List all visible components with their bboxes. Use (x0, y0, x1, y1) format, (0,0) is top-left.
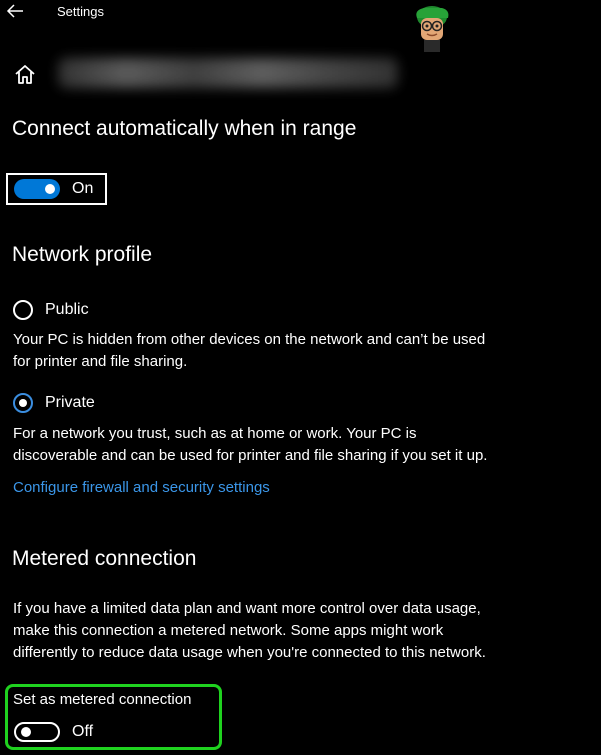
public-description-line-1: Your PC is hidden from other devices on … (13, 331, 486, 348)
auto-connect-toggle[interactable] (14, 179, 60, 199)
radio-label-public: Public (45, 301, 89, 318)
private-description-line-1: For a network you trust, such as at home… (13, 425, 417, 442)
configure-firewall-link[interactable]: Configure firewall and security settings (13, 479, 270, 496)
auto-connect-heading: Connect automatically when in range (12, 117, 357, 140)
network-name-blurred (58, 58, 398, 88)
metered-description: If you have a limited data plan and want… (13, 598, 486, 664)
public-description-line-2: for printer and file sharing. (13, 353, 188, 370)
auto-connect-toggle-focus-box: On (6, 173, 107, 205)
private-description: For a network you trust, such as at home… (13, 423, 487, 467)
radio-button-private[interactable] (13, 393, 33, 413)
metered-toggle[interactable] (14, 722, 60, 742)
toggle-knob (21, 727, 31, 737)
metered-description-line-3: differently to reduce data usage when yo… (13, 644, 486, 661)
logo-watermark-icon (416, 6, 449, 52)
private-description-line-2: discoverable and can be used for printer… (13, 447, 488, 464)
back-arrow-icon[interactable] (6, 3, 24, 19)
metered-toggle-label: Off (72, 723, 94, 740)
toggle-knob (45, 184, 55, 194)
radio-private[interactable]: Private (13, 393, 95, 413)
metered-toggle-row: Off (10, 722, 93, 742)
metered-description-line-2: make this connection a metered network. … (13, 622, 444, 639)
metered-setting-label: Set as metered connection (13, 691, 192, 708)
radio-button-public[interactable] (13, 300, 33, 320)
home-icon[interactable] (14, 63, 36, 85)
radio-label-private: Private (45, 394, 95, 411)
app-title: Settings (57, 4, 104, 19)
metered-heading: Metered connection (12, 547, 197, 570)
metered-description-line-1: If you have a limited data plan and want… (13, 600, 481, 617)
title-bar: Settings (0, 0, 601, 26)
auto-connect-toggle-label: On (72, 180, 94, 197)
network-profile-heading: Network profile (12, 243, 153, 266)
public-description: Your PC is hidden from other devices on … (13, 329, 485, 373)
radio-public[interactable]: Public (13, 300, 89, 320)
